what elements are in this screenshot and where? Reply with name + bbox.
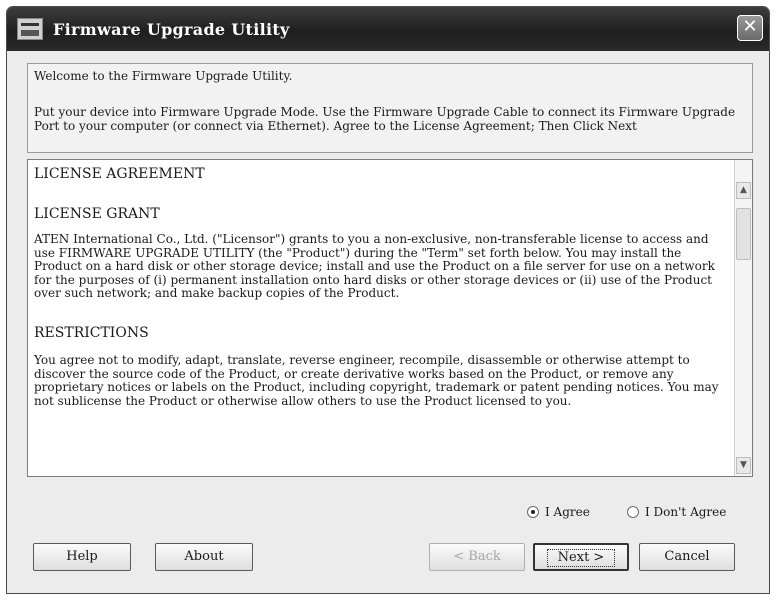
scroll-down-arrow-icon[interactable]: ▼ [736, 457, 751, 474]
welcome-text: Welcome to the Firmware Upgrade Utility. [34, 69, 293, 83]
scroll-up-arrow-icon[interactable]: ▲ [736, 182, 751, 199]
disagree-radio-label: I Don't Agree [645, 505, 727, 519]
intro-panel: Welcome to the Firmware Upgrade Utility.… [27, 63, 753, 153]
disagree-radio-option[interactable]: I Don't Agree [627, 505, 726, 519]
agree-radio-button[interactable] [527, 506, 539, 518]
disagree-radio-button[interactable] [627, 506, 639, 518]
dialog-body: Welcome to the Firmware Upgrade Utility.… [15, 57, 761, 585]
next-button-label: Next > [546, 549, 616, 567]
restrictions-paragraph: You agree not to modify, adapt, translat… [34, 353, 719, 408]
back-button[interactable]: < Back [429, 543, 525, 571]
restrictions-heading: RESTRICTIONS [34, 324, 149, 341]
agree-radio-label: I Agree [545, 505, 590, 519]
about-button[interactable]: About [155, 543, 253, 571]
scroll-thumb[interactable] [736, 208, 751, 260]
instructions-text: Put your device into Firmware Upgrade Mo… [34, 105, 736, 133]
license-agreement-textbox[interactable]: LICENSE AGREEMENT LICENSE GRANT ATEN Int… [27, 159, 753, 477]
license-text-area: LICENSE AGREEMENT LICENSE GRANT ATEN Int… [28, 160, 734, 476]
help-button[interactable]: Help [33, 543, 131, 571]
license-agreement-heading: LICENSE AGREEMENT [34, 166, 205, 182]
window-title: Firmware Upgrade Utility [53, 19, 290, 39]
license-grant-heading: LICENSE GRANT [34, 205, 160, 222]
agree-radio-option[interactable]: I Agree [527, 505, 590, 519]
firmware-upgrade-window: Firmware Upgrade Utility ✕ Welcome to th… [6, 6, 770, 594]
license-grant-paragraph: ATEN International Co., Ltd. ("Licensor"… [34, 232, 715, 300]
firmware-app-icon [17, 18, 43, 40]
cancel-button[interactable]: Cancel [639, 543, 735, 571]
license-scrollbar[interactable]: ▲ ▼ [734, 160, 752, 476]
title-bar[interactable]: Firmware Upgrade Utility ✕ [7, 7, 769, 51]
next-button[interactable]: Next > [533, 543, 629, 571]
close-icon[interactable]: ✕ [737, 15, 763, 41]
